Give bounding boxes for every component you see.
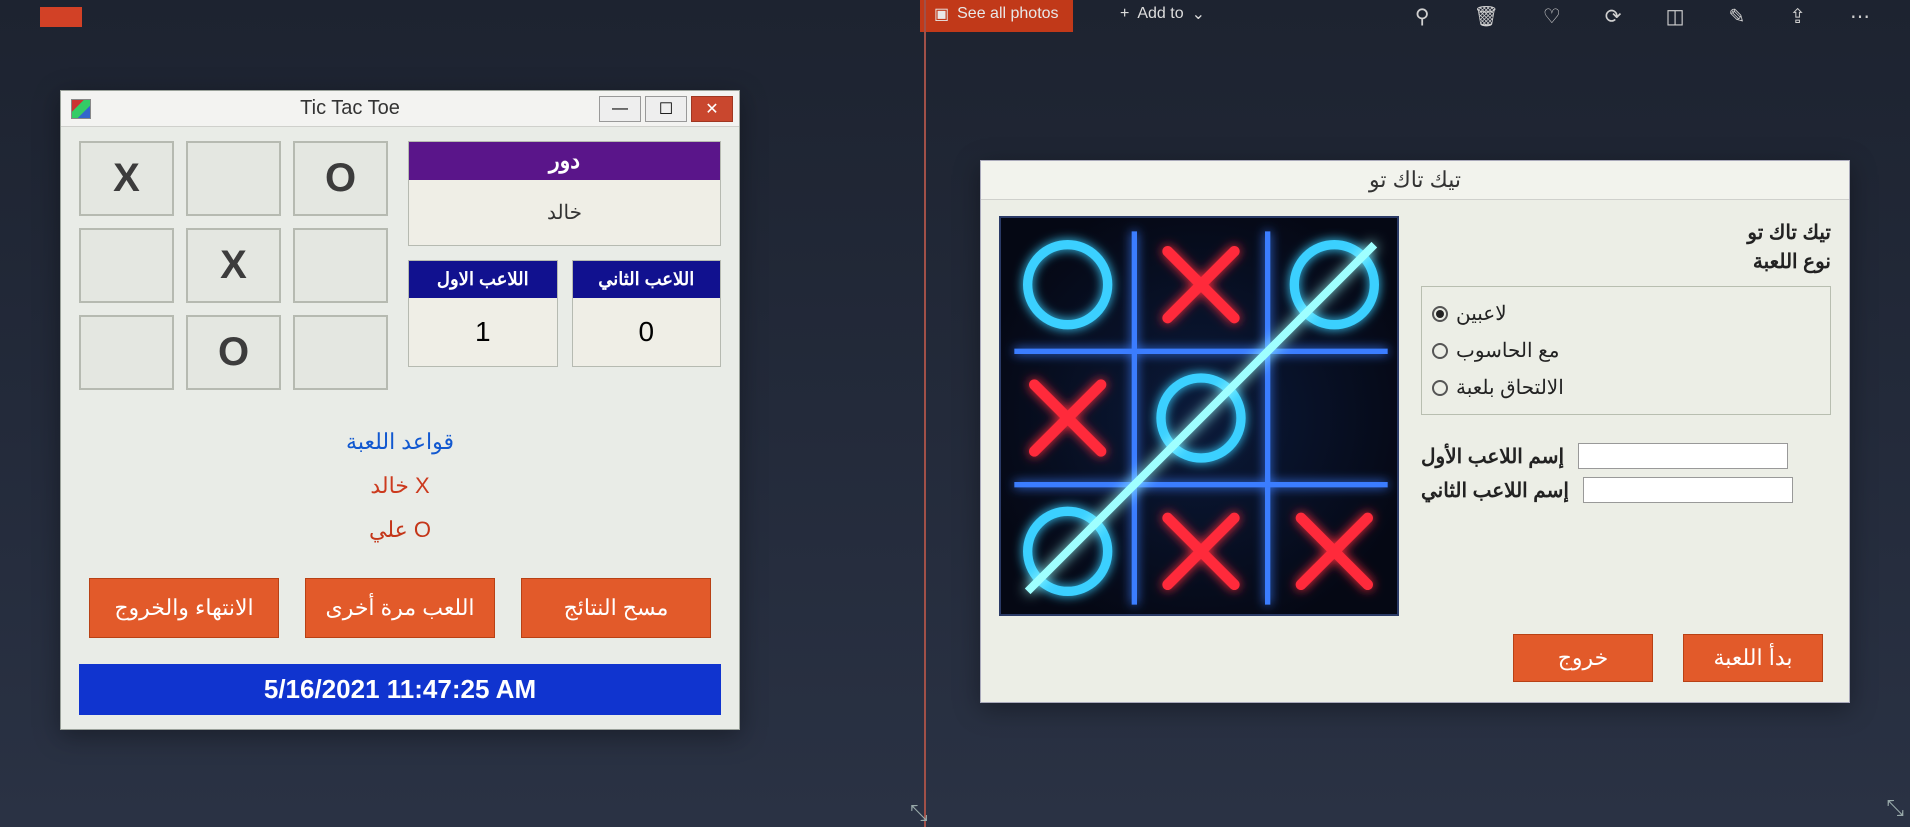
radio-two-players[interactable]: لاعبين (1432, 295, 1820, 332)
rules-block: قواعد اللعبة خالد X علي O (79, 420, 721, 552)
exit-button[interactable]: خروج (1513, 634, 1653, 682)
player1-name-label: إسم اللاعب الأول (1421, 444, 1564, 469)
maximize-button[interactable]: ☐ (645, 96, 687, 122)
pane-divider (924, 0, 926, 827)
player2-header: اللاعب الثاني (573, 261, 721, 298)
neon-board-image (999, 216, 1399, 616)
cell-7[interactable]: O (186, 315, 281, 390)
more-icon[interactable]: ⋯ (1850, 4, 1870, 29)
turn-panel: دور خالد (408, 141, 721, 246)
cell-8[interactable] (293, 315, 388, 390)
finish-exit-button[interactable]: الانتهاء والخروج (89, 578, 279, 638)
player-o-label: علي O (79, 508, 721, 552)
close-button[interactable]: ✕ (691, 96, 733, 122)
photos-toolbar: ▣ See all photos + Add to ⌄ ⚲ 🗑 ♡ ⟳ ◫ ✎ … (0, 0, 1910, 34)
player1-score: 1 (409, 298, 557, 366)
cell-5[interactable] (293, 228, 388, 303)
player2-name-row: إسم اللاعب الثاني (1421, 477, 1831, 503)
titlebar: Tic Tac Toe — ☐ ✕ (61, 91, 739, 127)
player1-header: اللاعب الاول (409, 261, 557, 298)
timestamp-bar: 5/16/2021 11:47:25 AM (79, 664, 721, 715)
radio-icon (1432, 343, 1448, 359)
plus-icon: + (1120, 5, 1129, 23)
setup-buttons: خروج بدأ اللعبة (981, 634, 1849, 682)
cell-0[interactable]: X (79, 141, 174, 216)
start-game-button[interactable]: بدأ اللعبة (1683, 634, 1823, 682)
cell-2[interactable]: O (293, 141, 388, 216)
game-window-left: Tic Tac Toe — ☐ ✕ X O X O دور خالد (60, 90, 740, 730)
radio-label: لاعبين (1456, 301, 1507, 326)
game-type-radios: لاعبين مع الحاسوب الالتحاق بلعبة (1421, 286, 1831, 415)
accent-bar (40, 7, 82, 27)
resize-handle-left[interactable]: ⤡ (910, 800, 928, 826)
form-title: تيك تاك تو (1421, 220, 1831, 245)
player2-score: 0 (573, 298, 721, 366)
game-type-label: نوع اللعبة (1421, 249, 1831, 274)
chevron-down-icon: ⌄ (1192, 4, 1205, 24)
player-x-label: خالد X (79, 464, 721, 508)
action-buttons: الانتهاء والخروج اللعب مرة أخرى مسح النت… (79, 578, 721, 638)
draw-icon[interactable]: ✎ (1728, 4, 1745, 29)
radio-label: مع الحاسوب (1456, 338, 1560, 363)
window-title: تيك تاك تو (981, 161, 1849, 200)
see-all-label: See all photos (957, 5, 1058, 23)
rotate-icon[interactable]: ⟳ (1605, 4, 1622, 29)
photos-tools: ⚲ 🗑 ♡ ⟳ ◫ ✎ ⇪ ⋯ (1415, 4, 1870, 29)
crop-icon[interactable]: ◫ (1666, 4, 1685, 29)
cell-3[interactable] (79, 228, 174, 303)
player1-name-row: إسم اللاعب الأول (1421, 443, 1831, 469)
setup-form: تيك تاك تو نوع اللعبة لاعبين مع الحاسوب … (1421, 216, 1831, 616)
delete-icon[interactable]: 🗑 (1473, 4, 1498, 29)
clear-results-button[interactable]: مسح النتائج (521, 578, 711, 638)
play-again-button[interactable]: اللعب مرة أخرى (305, 578, 495, 638)
game-board: X O X O (79, 141, 388, 390)
radio-icon (1432, 306, 1448, 322)
add-to-button[interactable]: + Add to ⌄ (1120, 4, 1205, 24)
radio-label: الالتحاق بلعبة (1456, 375, 1564, 400)
minimize-button[interactable]: — (599, 96, 641, 122)
cell-4[interactable]: X (186, 228, 281, 303)
cell-1[interactable] (186, 141, 281, 216)
score-panel: اللاعب الاول 1 اللاعب الثاني 0 (408, 260, 721, 367)
window-title: Tic Tac Toe (101, 97, 599, 120)
player2-name-label: إسم اللاعب الثاني (1421, 478, 1569, 503)
radio-join-game[interactable]: الالتحاق بلعبة (1432, 369, 1820, 406)
radio-vs-computer[interactable]: مع الحاسوب (1432, 332, 1820, 369)
app-icon (71, 99, 91, 119)
player1-name-input[interactable] (1578, 443, 1788, 469)
add-to-label: Add to (1137, 5, 1183, 23)
share-icon[interactable]: ⇪ (1789, 4, 1806, 29)
gallery-icon: ▣ (934, 4, 949, 24)
rules-link[interactable]: قواعد اللعبة (79, 420, 721, 464)
resize-handle-right[interactable]: ⤡ (1886, 795, 1904, 821)
zoom-icon[interactable]: ⚲ (1415, 4, 1430, 29)
radio-icon (1432, 380, 1448, 396)
player2-name-input[interactable] (1583, 477, 1793, 503)
favorite-icon[interactable]: ♡ (1543, 4, 1561, 29)
turn-player: خالد (409, 180, 720, 245)
see-all-photos-button[interactable]: ▣ See all photos (920, 0, 1073, 32)
game-window-right: تيك تاك تو (980, 160, 1850, 703)
turn-header: دور (409, 142, 720, 180)
cell-6[interactable] (79, 315, 174, 390)
